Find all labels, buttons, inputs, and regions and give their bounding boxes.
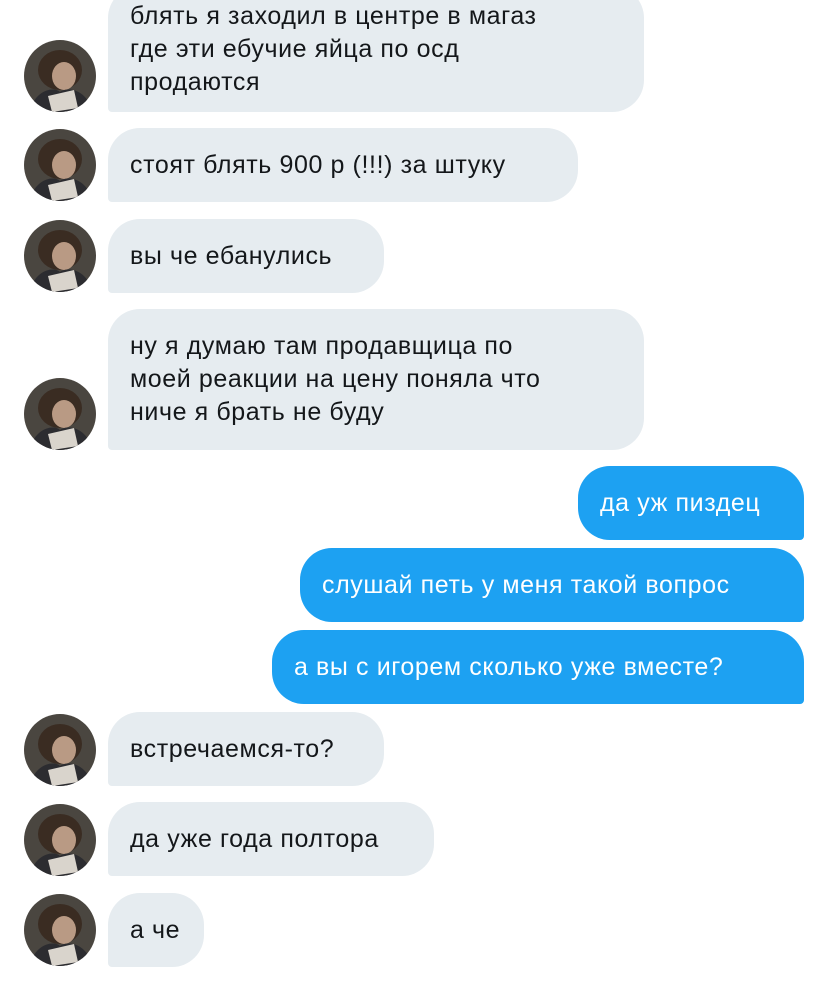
message-text: стоят блять 900 р (!!!) за штуку — [130, 150, 506, 179]
avatar[interactable] — [24, 804, 96, 876]
message-bubble[interactable]: слушай петь у меня такой вопрос — [300, 548, 804, 622]
person-photo-icon — [24, 714, 96, 786]
message-bubble[interactable]: да уже года полтора — [108, 802, 434, 876]
avatar[interactable] — [24, 129, 96, 201]
message-text: да уж пиздец — [600, 488, 761, 517]
message-text: да уже года полтора — [130, 824, 379, 853]
message-bubble[interactable]: да уж пиздец — [578, 466, 804, 540]
person-photo-icon — [24, 129, 96, 201]
avatar[interactable] — [24, 378, 96, 450]
message-bubble[interactable]: блять я заходил в центре в магаз где эти… — [108, 0, 644, 112]
message-bubble[interactable]: а че — [108, 893, 204, 967]
message-bubble[interactable]: а вы с игорем сколько уже вместе? — [272, 630, 804, 704]
person-photo-icon — [24, 804, 96, 876]
message-text: а вы с игорем сколько уже вместе? — [294, 652, 724, 681]
avatar[interactable] — [24, 40, 96, 112]
person-photo-icon — [24, 378, 96, 450]
person-photo-icon — [24, 40, 96, 112]
message-text: блять я заходил в центре в магаз где эти… — [130, 1, 537, 96]
message-text: встречаемся-то? — [130, 734, 335, 763]
message-bubble[interactable]: стоят блять 900 р (!!!) за штуку — [108, 128, 578, 202]
person-photo-icon — [24, 894, 96, 966]
avatar[interactable] — [24, 894, 96, 966]
message-text: вы че ебанулись — [130, 241, 333, 270]
avatar[interactable] — [24, 220, 96, 292]
message-thread: блять я заходил в центре в магаз где эти… — [0, 0, 828, 982]
message-bubble[interactable]: встречаемся-то? — [108, 712, 384, 786]
message-text: а че — [130, 915, 181, 944]
message-bubble[interactable]: ну я думаю там продавщица по моей реакци… — [108, 309, 644, 450]
avatar[interactable] — [24, 714, 96, 786]
message-text: ну я думаю там продавщица по моей реакци… — [130, 332, 541, 426]
message-bubble[interactable]: вы че ебанулись — [108, 219, 384, 293]
person-photo-icon — [24, 220, 96, 292]
message-text: слушай петь у меня такой вопрос — [322, 570, 730, 599]
